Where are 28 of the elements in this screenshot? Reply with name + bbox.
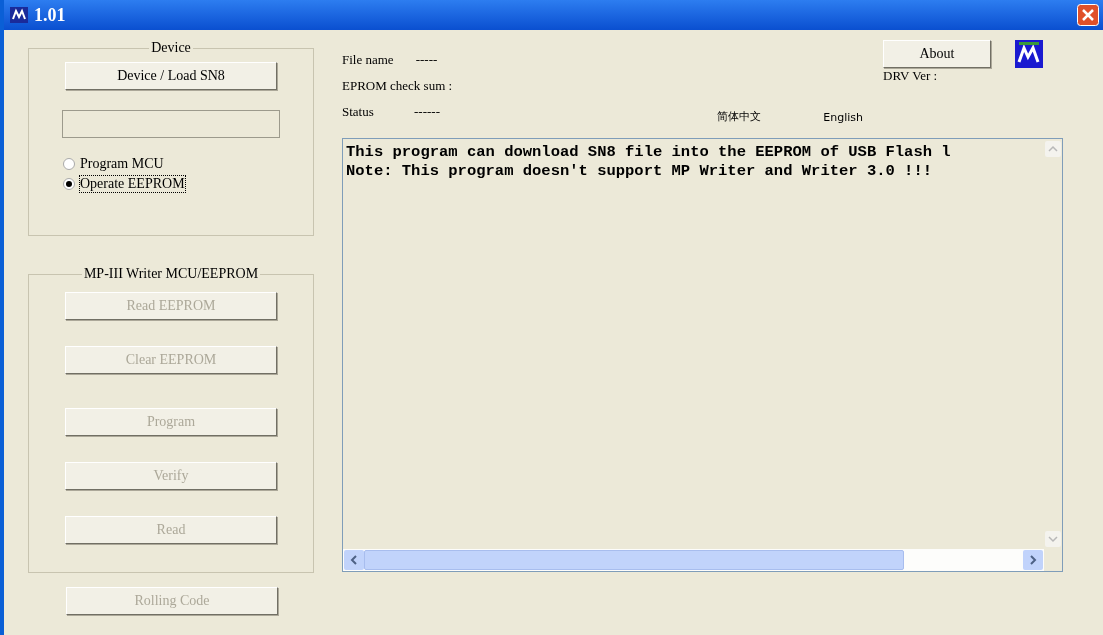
- scroll-thumb[interactable]: [364, 550, 904, 570]
- mode-radio[interactable]: Operate EEPROM: [63, 176, 185, 192]
- language-link[interactable]: 简体中文: [717, 109, 762, 124]
- app-icon: [10, 7, 28, 23]
- checksum-label: EPROM check sum :: [342, 78, 453, 94]
- scroll-right-icon[interactable]: [1023, 550, 1043, 570]
- mode-radio[interactable]: Program MCU: [63, 156, 185, 172]
- scroll-up-icon[interactable]: [1045, 141, 1061, 157]
- device-field[interactable]: [62, 110, 280, 138]
- close-icon[interactable]: [1077, 4, 1099, 26]
- horizontal-scrollbar[interactable]: [343, 549, 1044, 571]
- file-name-value: -----: [415, 52, 438, 68]
- about-button[interactable]: About: [883, 40, 991, 68]
- drv-version-label: DRV Ver :: [883, 68, 938, 84]
- vertical-scrollbar[interactable]: [1044, 139, 1062, 549]
- scroll-left-icon[interactable]: [344, 550, 364, 570]
- group-title: MP-III Writer MCU/EEPROM: [82, 266, 260, 282]
- status-label: Status: [342, 104, 375, 120]
- language-link[interactable]: English: [823, 111, 863, 124]
- file-name-label: File name: [342, 52, 394, 68]
- logo-icon: [1015, 40, 1043, 68]
- group-title: Device: [150, 40, 192, 56]
- log-line: This program can download SN8 file into the EEPROM of USB Flash l: [346, 143, 952, 162]
- status-value: ------: [414, 104, 440, 120]
- log-line: Note: This program doesn't support MP Writer and Writer 3.0 !!!: [346, 162, 933, 181]
- load-button[interactable]: Device / Load SN8: [65, 62, 277, 90]
- scroll-down-icon[interactable]: [1045, 531, 1061, 547]
- window-title: 1.01: [34, 4, 66, 26]
